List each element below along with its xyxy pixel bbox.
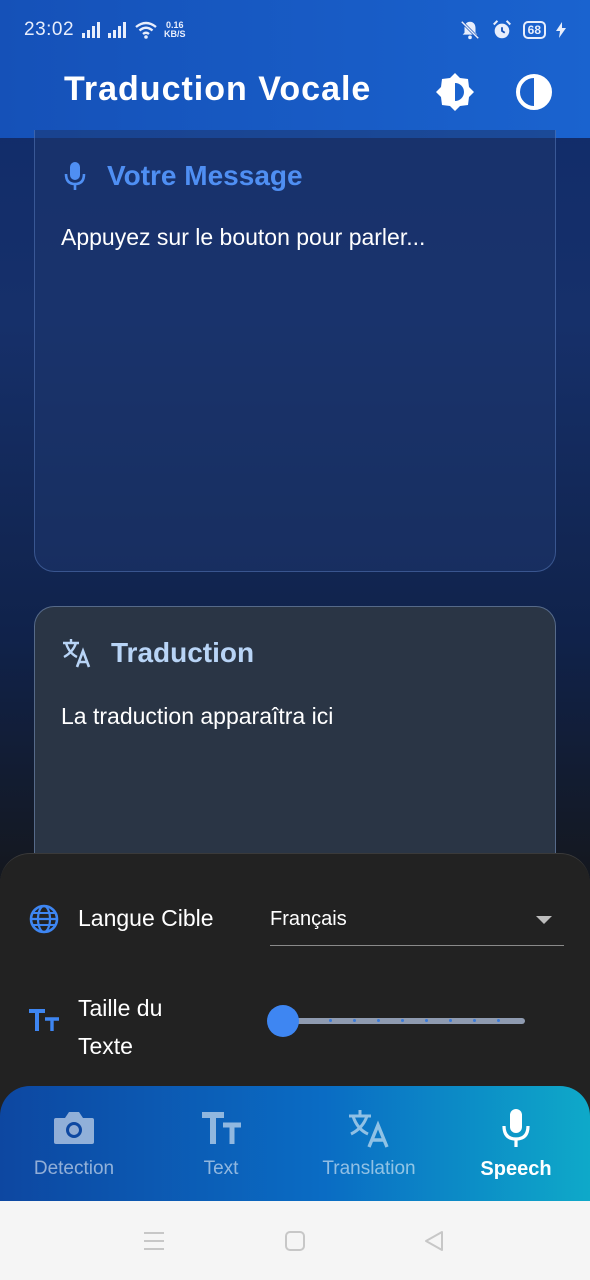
microphone-icon — [64, 162, 86, 190]
message-card-title: Votre Message — [107, 160, 303, 191]
message-card-header: Votre Message — [61, 160, 303, 192]
battery-indicator: 68 — [522, 21, 546, 39]
bell-off-icon — [460, 20, 479, 40]
message-card: Votre Message Appuyez sur le bouton pour… — [34, 130, 556, 572]
slider-tick — [377, 1019, 380, 1022]
slider-tick — [449, 1019, 452, 1022]
text-size-icon — [202, 1112, 241, 1144]
home-icon[interactable] — [284, 1230, 306, 1252]
language-dropdown[interactable]: Français — [270, 904, 564, 946]
nav-label: Translation — [322, 1158, 416, 1179]
page-title: Traduction Vocale — [64, 70, 372, 108]
nav-label: Detection — [33, 1158, 115, 1179]
translation-card-header: Traduction — [61, 637, 254, 669]
camera-icon — [54, 1112, 94, 1144]
nav-label: Text — [203, 1158, 239, 1179]
signal-icon — [108, 22, 127, 38]
menu-icon[interactable] — [143, 1231, 165, 1251]
slider-tick — [497, 1019, 500, 1022]
language-value: Français — [270, 908, 347, 930]
translate-icon — [63, 639, 91, 668]
bottom-navigation: Detection Text Translation Speech — [0, 1086, 590, 1201]
nav-item-text[interactable]: Text — [147, 1086, 295, 1201]
language-label: Langue Cible — [78, 905, 214, 931]
text-size-icon — [29, 1009, 59, 1031]
status-time: 23:02 — [24, 19, 75, 40]
back-icon[interactable] — [423, 1230, 445, 1252]
nav-label: Speech — [480, 1158, 552, 1180]
contrast-icon — [516, 74, 552, 110]
text-size-label: Taille du Texte — [78, 995, 163, 1059]
brightness-icon — [436, 73, 474, 111]
slider-tick — [401, 1019, 404, 1022]
translation-text: La traduction apparaîtra ici — [61, 703, 334, 729]
contrast-toggle-button[interactable] — [514, 72, 554, 112]
message-text: Appuyez sur le bouton pour parler... — [61, 224, 426, 250]
system-navigation-bar — [0, 1201, 590, 1280]
net-speed: 0.16 KB/S — [164, 20, 186, 39]
slider-tick — [353, 1019, 356, 1022]
charging-icon — [556, 22, 566, 38]
slider-track[interactable] — [283, 1018, 525, 1024]
translation-card: Traduction La traduction apparaîtra ici — [34, 606, 556, 876]
nav-item-speech[interactable]: Speech — [442, 1086, 590, 1201]
nav-item-translation[interactable]: Translation — [295, 1086, 443, 1201]
caret-down-icon — [536, 916, 552, 924]
status-bar: 23:02 0.16 KB/S 68 — [0, 0, 590, 60]
slider-tick — [473, 1019, 476, 1022]
alarm-icon — [492, 20, 511, 39]
translate-icon — [349, 1110, 389, 1148]
translation-card-title: Traduction — [111, 637, 255, 668]
globe-icon — [29, 904, 59, 934]
slider-thumb[interactable] — [267, 1005, 299, 1037]
microphone-icon — [502, 1109, 530, 1147]
wifi-icon — [135, 21, 157, 39]
nav-item-detection[interactable]: Detection — [0, 1086, 148, 1201]
signal-icon — [82, 22, 101, 38]
slider-tick — [425, 1019, 428, 1022]
brightness-toggle-button[interactable] — [435, 72, 475, 112]
slider-tick — [329, 1019, 332, 1022]
